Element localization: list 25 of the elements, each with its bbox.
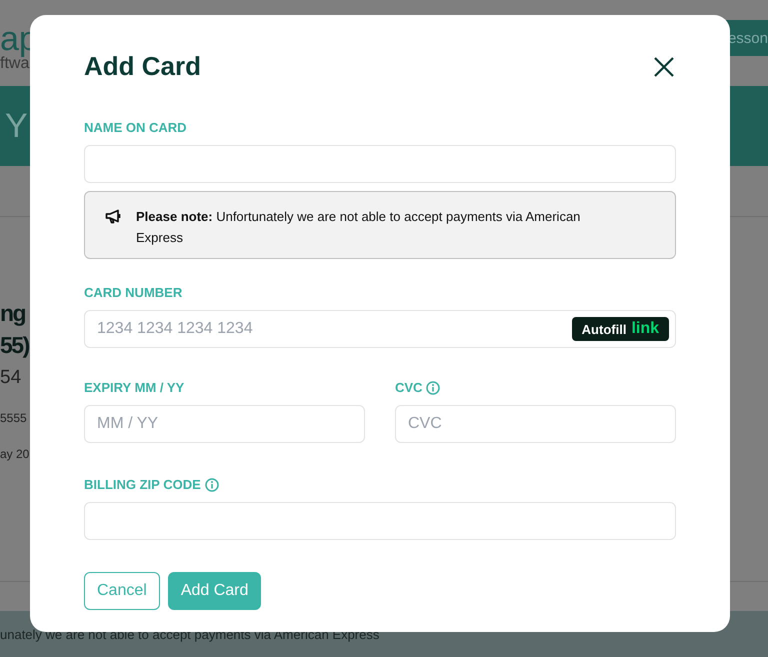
detail-text: 5555 bbox=[0, 411, 27, 425]
field-label: BILLING ZIP CODE bbox=[84, 477, 201, 492]
input-field[interactable]: MM / YY bbox=[84, 405, 365, 443]
field-label: NAME ON CARD bbox=[84, 120, 187, 135]
dialog-title: Add Card bbox=[84, 51, 201, 82]
input-field[interactable]: CVC bbox=[395, 405, 676, 443]
detail-text: ay 20 bbox=[0, 447, 30, 461]
cancel-button[interactable]: Cancel bbox=[84, 572, 160, 610]
info-icon[interactable] bbox=[426, 380, 440, 394]
field-label: CARD NUMBER bbox=[84, 285, 182, 300]
field-label: EXPIRY MM / YY bbox=[84, 380, 184, 395]
banner-text: Y bbox=[5, 106, 28, 146]
autofill-button[interactable]: Autofill link bbox=[572, 317, 669, 341]
megaphone-icon bbox=[105, 209, 122, 224]
submit-button[interactable]: Add Card bbox=[168, 572, 262, 610]
info-icon[interactable] bbox=[204, 478, 219, 492]
input-field[interactable] bbox=[84, 145, 676, 183]
close-button[interactable] bbox=[652, 54, 676, 78]
logo-subtext: ftwa bbox=[0, 56, 30, 72]
input-field[interactable] bbox=[84, 502, 676, 540]
page-heading: 55) bbox=[0, 331, 29, 360]
page-heading: ng bbox=[0, 299, 26, 328]
detail-text: 54 bbox=[0, 367, 22, 389]
notice-text: Please note: Unfortunately we are not able to accept payments via American Express bbox=[136, 208, 582, 247]
field-label: CVC bbox=[395, 380, 422, 395]
